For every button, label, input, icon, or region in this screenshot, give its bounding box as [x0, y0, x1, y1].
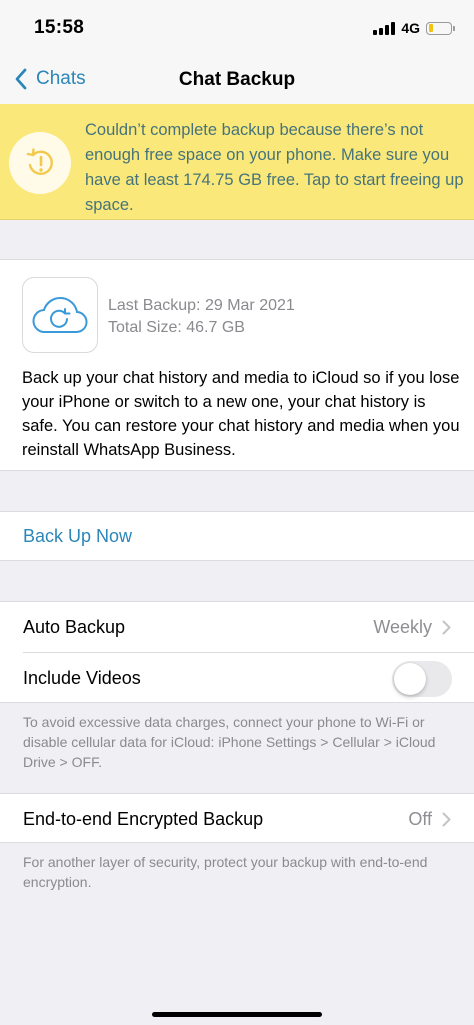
auto-backup-footnote: To avoid excessive data charges, connect… — [23, 714, 436, 770]
auto-backup-label: Auto Backup — [23, 617, 126, 637]
backup-description: Back up your chat history and media to i… — [22, 369, 460, 459]
e2e-backup-row[interactable]: End-to-end Encrypted Backup Off — [0, 793, 474, 843]
include-videos-row: Include Videos — [0, 653, 474, 703]
cellular-signal-icon — [373, 21, 396, 35]
toggle-knob — [394, 663, 426, 695]
include-videos-label: Include Videos — [23, 668, 141, 688]
backup-settings-group: Auto Backup Weekly Include Videos — [0, 601, 474, 703]
navigation-bar: Chats Chat Backup — [0, 56, 474, 104]
auto-backup-row[interactable]: Auto Backup Weekly — [0, 602, 474, 653]
back-up-now-button[interactable]: Back Up Now — [23, 526, 132, 547]
battery-level — [428, 24, 433, 32]
status-indicators: 4G — [373, 20, 455, 36]
home-indicator[interactable] — [152, 1012, 322, 1017]
chevron-right-icon — [442, 812, 451, 827]
include-videos-toggle[interactable] — [392, 661, 452, 697]
last-backup-text: Last Backup: 29 Mar 2021 — [108, 297, 295, 314]
total-size-text: Total Size: 46.7 GB — [108, 319, 245, 336]
chevron-right-icon — [442, 620, 451, 635]
e2e-row-content: End-to-end Encrypted Backup Off — [0, 794, 474, 844]
backup-meta: Last Backup: 29 Mar 2021 Total Size: 46.… — [108, 295, 295, 339]
auto-backup-value: Weekly — [373, 617, 432, 637]
icloud-backup-icon — [22, 277, 98, 353]
status-bar: 15:58 4G — [0, 0, 474, 56]
storage-warning-banner[interactable]: Couldn’t complete backup because there’s… — [0, 104, 474, 220]
e2e-backup-label: End-to-end Encrypted Backup — [23, 809, 264, 829]
e2e-backup-value: Off — [408, 809, 432, 829]
network-type: 4G — [401, 20, 420, 36]
back-up-now-cell[interactable]: Back Up Now — [0, 511, 474, 561]
backup-info-card: Last Backup: 29 Mar 2021 Total Size: 46.… — [0, 259, 474, 471]
warning-message: Couldn’t complete backup because there’s… — [85, 121, 464, 214]
e2e-footnote: For another layer of security, protect y… — [23, 854, 428, 890]
page-title: Chat Backup — [178, 69, 296, 90]
backup-warning-icon — [9, 132, 71, 194]
status-time: 15:58 — [34, 17, 85, 38]
battery-icon — [426, 21, 455, 35]
